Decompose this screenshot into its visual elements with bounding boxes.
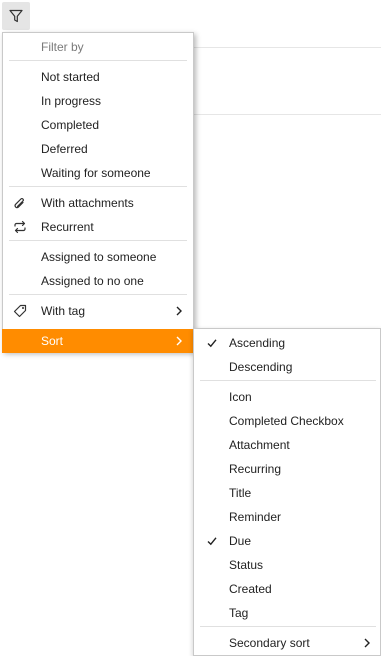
sort-descending[interactable]: Descending bbox=[194, 355, 380, 379]
sort-ascending[interactable]: Ascending bbox=[194, 331, 380, 355]
sort-field-label: Created bbox=[229, 582, 272, 596]
filter-waiting-for-someone[interactable]: Waiting for someone bbox=[3, 161, 193, 185]
sort-secondary-sort[interactable]: Secondary sort bbox=[194, 631, 380, 655]
filter-menu-header: Filter by bbox=[3, 35, 193, 59]
filter-waiting-label: Waiting for someone bbox=[41, 166, 151, 180]
menu-separator bbox=[200, 626, 376, 627]
tag-icon bbox=[13, 304, 27, 318]
paperclip-icon bbox=[14, 198, 24, 209]
sort-field-label: Completed Checkbox bbox=[229, 414, 344, 428]
sort-field-label: Due bbox=[229, 534, 252, 548]
list-separator bbox=[193, 47, 381, 48]
filter-in-progress-label: In progress bbox=[41, 94, 102, 108]
list-separator bbox=[193, 114, 381, 115]
repeat-icon bbox=[14, 220, 26, 234]
checkmark-icon bbox=[207, 339, 217, 348]
filter-sort[interactable]: Sort bbox=[2, 329, 194, 353]
sort-field-title[interactable]: Title bbox=[194, 481, 380, 505]
sort-secondary-sort-label: Secondary sort bbox=[229, 636, 310, 650]
sort-field-attachment[interactable]: Attachment bbox=[194, 433, 380, 457]
sort-field-reminder[interactable]: Reminder bbox=[194, 505, 380, 529]
filter-assigned-to-someone[interactable]: Assigned to someone bbox=[3, 245, 193, 269]
sort-field-tag[interactable]: Tag bbox=[194, 601, 380, 625]
filter-assigned-to-no-one-label: Assigned to no one bbox=[41, 274, 144, 288]
filter-menu: Filter by Not started In progress Comple… bbox=[2, 32, 194, 353]
filter-with-attachments[interactable]: With attachments bbox=[3, 191, 193, 215]
sort-field-label: Reminder bbox=[229, 510, 282, 524]
chevron-right-icon bbox=[364, 638, 370, 648]
filter-funnel-icon bbox=[9, 9, 23, 23]
sort-field-icon[interactable]: Icon bbox=[194, 385, 380, 409]
menu-separator bbox=[9, 60, 187, 61]
sort-field-completed-checkbox[interactable]: Completed Checkbox bbox=[194, 409, 380, 433]
checkmark-icon bbox=[207, 537, 217, 546]
filter-not-started-label: Not started bbox=[41, 70, 100, 84]
sort-field-status[interactable]: Status bbox=[194, 553, 380, 577]
menu-separator bbox=[200, 380, 376, 381]
menu-separator bbox=[9, 294, 187, 295]
filter-with-tag-label: With tag bbox=[41, 304, 86, 318]
sort-field-label: Status bbox=[229, 558, 264, 572]
sort-field-label: Tag bbox=[229, 606, 249, 620]
filter-completed-label: Completed bbox=[41, 118, 100, 132]
filter-with-tag[interactable]: With tag bbox=[3, 299, 193, 323]
chevron-right-icon bbox=[176, 306, 182, 316]
sort-field-label: Icon bbox=[229, 390, 252, 404]
sort-field-recurring[interactable]: Recurring bbox=[194, 457, 380, 481]
filter-deferred-label: Deferred bbox=[41, 142, 88, 156]
sort-field-created[interactable]: Created bbox=[194, 577, 380, 601]
sort-field-label: Title bbox=[229, 486, 252, 500]
sort-ascending-label: Ascending bbox=[229, 336, 286, 350]
sort-field-label: Recurring bbox=[229, 462, 282, 476]
filter-assigned-to-someone-label: Assigned to someone bbox=[41, 250, 157, 264]
filter-with-attachments-label: With attachments bbox=[41, 196, 134, 210]
filter-not-started[interactable]: Not started bbox=[3, 65, 193, 89]
filter-in-progress[interactable]: In progress bbox=[3, 89, 193, 113]
filter-completed[interactable]: Completed bbox=[3, 113, 193, 137]
filter-menu-header-label: Filter by bbox=[41, 40, 84, 54]
sort-field-label: Attachment bbox=[229, 438, 290, 452]
filter-recurrent[interactable]: Recurrent bbox=[3, 215, 193, 239]
sort-field-due[interactable]: Due bbox=[194, 529, 380, 553]
filter-assigned-to-no-one[interactable]: Assigned to no one bbox=[3, 269, 193, 293]
sort-submenu: Ascending Descending Icon Completed Chec… bbox=[193, 328, 381, 656]
filter-sort-label: Sort bbox=[41, 334, 64, 348]
menu-separator bbox=[9, 186, 187, 187]
chevron-right-icon bbox=[176, 336, 182, 346]
filter-recurrent-label: Recurrent bbox=[41, 220, 94, 234]
sort-descending-label: Descending bbox=[229, 360, 293, 374]
filter-button[interactable] bbox=[2, 2, 30, 30]
filter-deferred[interactable]: Deferred bbox=[3, 137, 193, 161]
menu-separator bbox=[9, 240, 187, 241]
